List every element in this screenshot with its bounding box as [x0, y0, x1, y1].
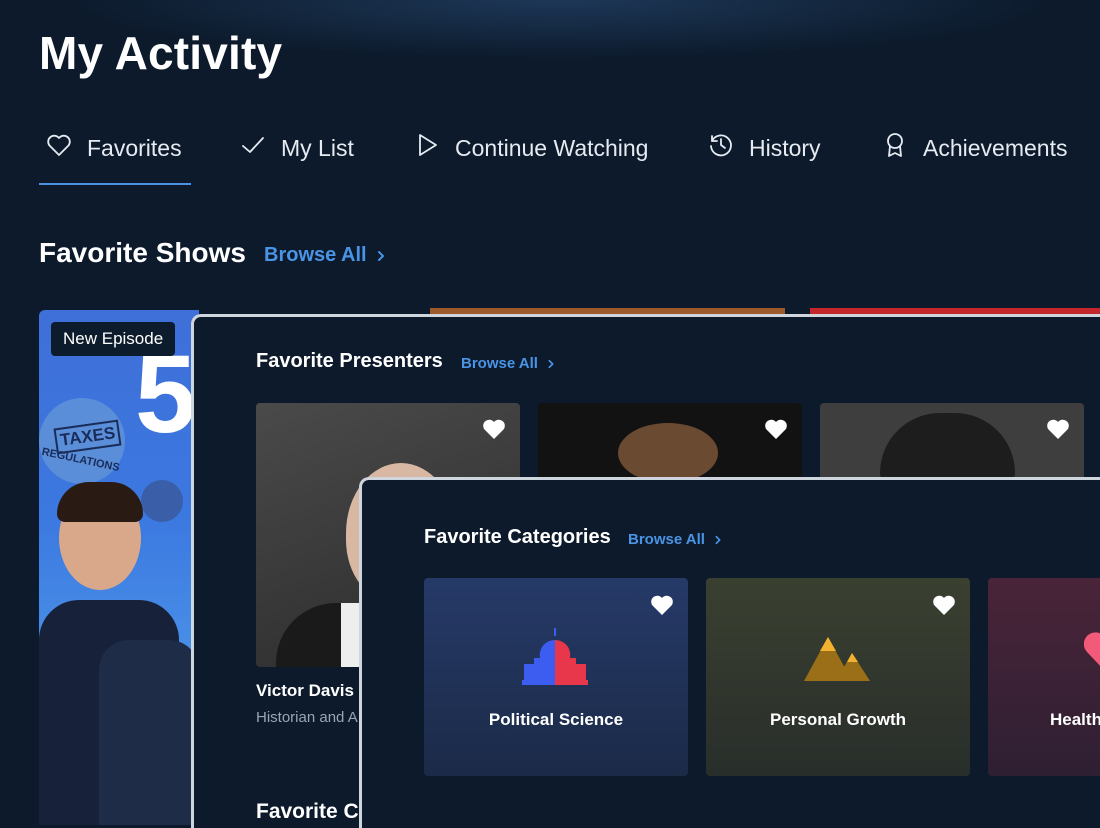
category-card-political-science[interactable]: Political Science [424, 578, 688, 776]
mountain-icon [802, 633, 872, 683]
presenter-photo [618, 423, 718, 483]
presenter-name: Victor Davis H [256, 681, 371, 700]
presenter-beanie [880, 413, 1015, 483]
category-card-health[interactable]: Health [988, 578, 1100, 776]
heart-icon[interactable] [764, 418, 788, 440]
tab-continue-watching[interactable]: Continue Watching [413, 128, 648, 168]
heart-icon[interactable] [932, 594, 956, 616]
host-hair [57, 482, 143, 522]
browse-all-categories-link[interactable]: Browse All [628, 531, 723, 548]
presenter-role: Historian and A [256, 709, 358, 726]
tab-label: My List [281, 134, 354, 161]
check-icon [239, 131, 267, 165]
browse-all-label: Browse All [264, 244, 367, 266]
globe-artwork [141, 480, 183, 522]
sticker-main-text: TAXES [53, 419, 122, 455]
tab-favorites[interactable]: Favorites [45, 128, 182, 168]
favorite-presenters-title: Favorite Presenters [256, 350, 443, 372]
new-episode-badge: New Episode [51, 322, 176, 356]
activity-tabs: Favorites My List Continue Watching Hist… [39, 128, 1100, 186]
browse-all-shows-link[interactable]: Browse All [264, 244, 387, 267]
favorite-categories-heading-partial: Favorite Ca [256, 800, 371, 823]
show-artwork-number: 5 [135, 333, 197, 456]
chevron-right-icon [548, 359, 554, 368]
page-title: My Activity [39, 27, 283, 79]
tab-label: Achievements [923, 134, 1068, 161]
capitol-icon [520, 628, 590, 688]
browse-all-presenters-link[interactable]: Browse All [461, 355, 556, 372]
tab-achievements[interactable]: Achievements [881, 128, 1067, 168]
category-label: Health [1050, 710, 1100, 729]
chevron-right-icon [715, 535, 721, 544]
tab-label: History [749, 134, 821, 161]
cohost-suit [99, 640, 199, 825]
category-card-personal-growth[interactable]: Personal Growth [706, 578, 970, 776]
show-card[interactable]: 5 TAXES REGULATIONS New Episode [39, 310, 199, 825]
tab-label: Continue Watching [455, 134, 649, 161]
browse-all-label: Browse All [461, 355, 538, 372]
tab-label: Favorites [87, 134, 182, 161]
favorite-shows-title: Favorite Shows [39, 237, 246, 268]
tab-history[interactable]: History [707, 128, 821, 168]
award-icon [881, 131, 909, 165]
favorite-categories-title: Favorite Categories [424, 526, 611, 548]
heart-icon[interactable] [1046, 418, 1070, 440]
heart-icon[interactable] [482, 418, 506, 440]
category-label: Political Science [488, 710, 624, 729]
favorite-categories-panel: Favorite Categories Browse All Political… [359, 477, 1100, 828]
chevron-right-icon [377, 250, 384, 261]
heart-icon [1083, 628, 1100, 672]
tab-my-list[interactable]: My List [239, 128, 354, 168]
category-label: Personal Growth [769, 710, 907, 729]
history-icon [707, 131, 735, 165]
active-tab-indicator [39, 183, 191, 185]
play-icon [413, 131, 441, 165]
taxes-sticker: TAXES REGULATIONS [39, 398, 125, 484]
heart-icon [45, 131, 73, 165]
heart-icon[interactable] [650, 594, 674, 616]
browse-all-label: Browse All [628, 531, 705, 548]
